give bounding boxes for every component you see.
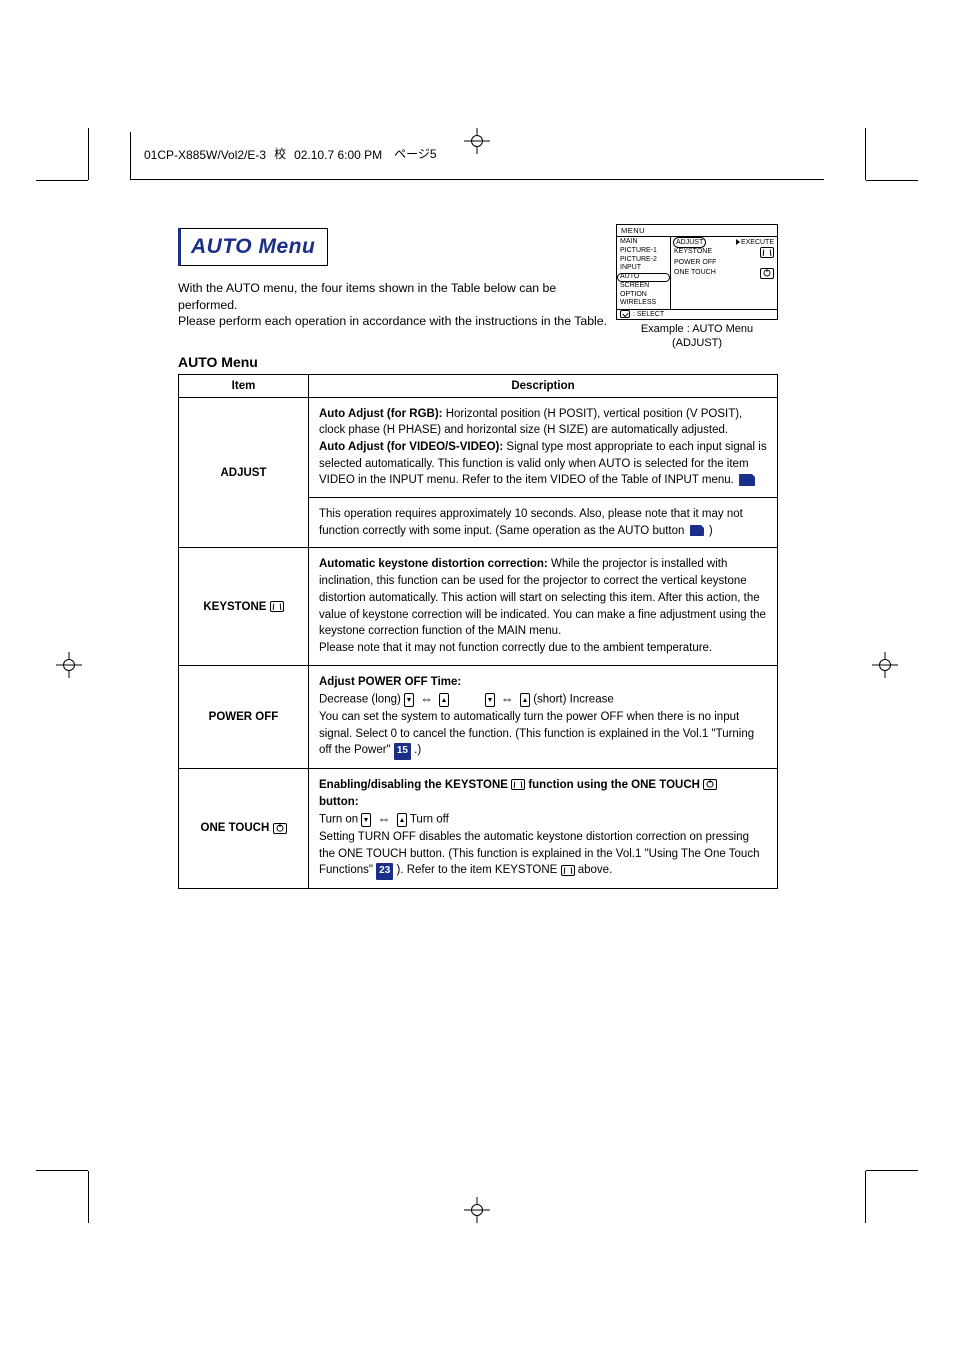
page-ref-23: 23 <box>376 863 393 880</box>
page-icon <box>739 474 755 486</box>
arrow-up-icon <box>439 693 449 707</box>
table-heading: AUTO Menu <box>178 354 778 370</box>
crop-mark <box>866 1170 918 1171</box>
arrow-down-icon <box>485 693 495 707</box>
onetouch-icon <box>703 779 717 790</box>
double-arrow-icon: ⇔ <box>417 691 436 706</box>
arrow-up-icon <box>397 813 407 827</box>
registration-mark <box>872 652 898 678</box>
section-title: AUTO Menu <box>191 235 315 258</box>
print-header: 01CP-X885W/Vol2/E-3 校 02.10.7 6:00 PM ペー… <box>130 132 824 180</box>
arrow-up-icon <box>520 693 530 707</box>
crop-mark <box>36 1170 88 1171</box>
intro-text: With the AUTO menu, the four items shown… <box>178 280 608 330</box>
keystone-icon <box>511 779 525 790</box>
crop-mark <box>865 128 866 180</box>
row-keystone-desc: Automatic keystone distortion correction… <box>309 548 778 665</box>
row-onetouch-desc: Enabling/disabling the KEYSTONE function… <box>309 768 778 888</box>
keystone-icon <box>270 601 284 612</box>
row-adjust-item: ADJUST <box>179 397 309 548</box>
arrow-down-icon <box>404 693 414 707</box>
crop-mark <box>865 1171 866 1223</box>
auto-menu-table: Item Description ADJUST Auto Adjust (for… <box>178 374 778 889</box>
crop-mark <box>866 180 918 181</box>
row-keystone-item: KEYSTONE <box>179 548 309 665</box>
row-adjust-desc: Auto Adjust (for RGB): Horizontal positi… <box>309 397 778 497</box>
section-title-box: AUTO Menu <box>178 228 328 266</box>
page-ref-15: 15 <box>394 743 411 760</box>
arrow-down-icon <box>361 813 371 827</box>
registration-mark <box>464 1197 490 1223</box>
col-item: Item <box>179 374 309 397</box>
double-arrow-icon: ⇔ <box>375 811 394 826</box>
doc-kanji: 校 <box>274 145 286 162</box>
crop-mark <box>88 1171 89 1223</box>
row-adjust-note: This operation requires approximately 10… <box>309 498 778 548</box>
doc-code: 01CP-X885W/Vol2/E-3 <box>144 148 266 162</box>
keystone-icon <box>561 865 575 876</box>
row-onetouch-item: ONE TOUCH <box>179 768 309 888</box>
crop-mark <box>88 128 89 180</box>
page-icon <box>690 525 704 536</box>
double-arrow-icon: ⇔ <box>498 691 517 706</box>
doc-timestamp: 02.10.7 6:00 PM <box>294 148 382 162</box>
onetouch-icon <box>273 823 287 834</box>
registration-mark <box>56 652 82 678</box>
crop-mark <box>36 180 88 181</box>
doc-page-marker: ページ5 <box>394 145 436 162</box>
row-poweroff-item: POWER OFF <box>179 665 309 768</box>
col-description: Description <box>309 374 778 397</box>
row-poweroff-desc: Adjust POWER OFF Time: Decrease (long) ⇔… <box>309 665 778 768</box>
